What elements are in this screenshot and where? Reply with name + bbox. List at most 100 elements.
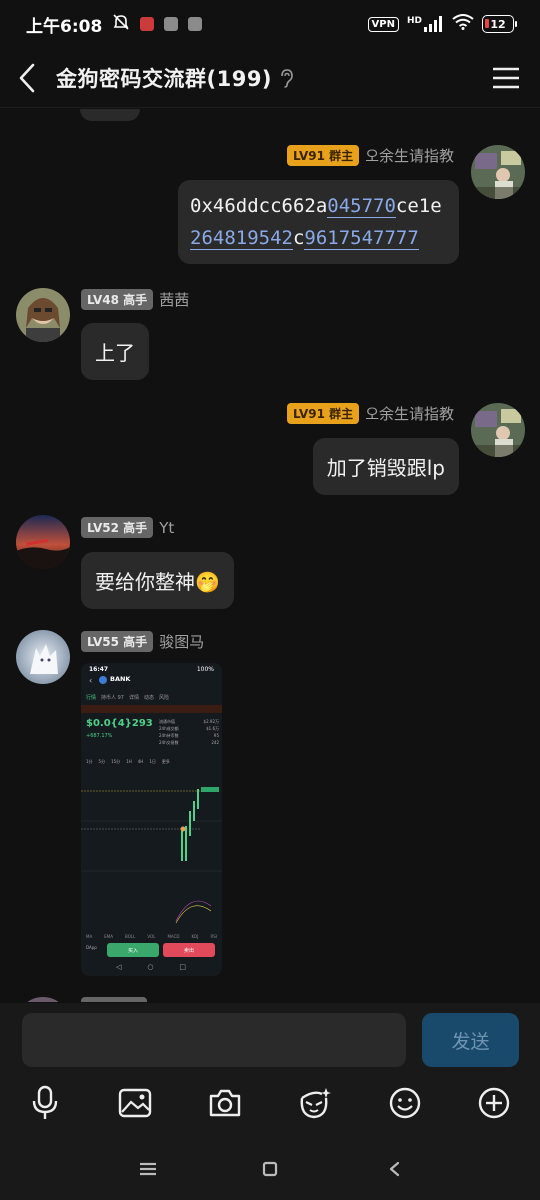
image-status-battery: 100%	[196, 666, 214, 673]
level-badge: LV55 高手	[81, 631, 154, 652]
level-text: LV52	[87, 521, 119, 535]
sticker-button[interactable]	[292, 1081, 336, 1125]
ear-icon	[280, 68, 294, 88]
magic-face-icon	[300, 1088, 331, 1119]
role-text: 高手	[123, 521, 148, 535]
level-badge	[81, 997, 147, 1002]
battery-icon: 12	[482, 15, 517, 33]
role-text: 群主	[329, 407, 354, 421]
message-bubble[interactable]: 要给你整神🤭	[81, 552, 234, 609]
image-token-name: BANK	[110, 675, 131, 683]
square-icon	[262, 1161, 278, 1177]
message-list[interactable]: LV91 群主 오余生请指教 0x46ddcc662a045770ce1e 264…	[0, 109, 540, 1002]
emoji-icon	[389, 1087, 421, 1119]
image-nav-back-icon: ◁	[116, 963, 122, 971]
role-text: 高手	[123, 635, 148, 649]
sender-name[interactable]: 오余生请指教	[365, 403, 454, 424]
hash-link[interactable]: 9617547777	[304, 227, 419, 250]
camera-icon	[209, 1089, 241, 1117]
avatar[interactable]	[16, 515, 70, 569]
avatar[interactable]	[16, 288, 70, 342]
timeframe: 5分	[98, 759, 106, 764]
stat-label: 24h持币数	[159, 733, 179, 738]
emoji-button[interactable]	[383, 1081, 427, 1125]
more-button[interactable]	[472, 1081, 516, 1125]
role-text: 高手	[123, 293, 148, 307]
image-price: $0.0{4}293	[86, 718, 153, 729]
system-nav-bar	[0, 1149, 540, 1189]
mute-icon	[112, 13, 130, 36]
message-meta: LV52 高手 Yt	[81, 517, 174, 538]
hash-segment: c	[292, 227, 305, 249]
image-nav-home-icon: ○	[147, 963, 154, 971]
avatar[interactable]	[16, 630, 70, 684]
stat-value: 95	[213, 733, 219, 738]
image-tab: 动态	[143, 695, 154, 701]
back-button[interactable]	[18, 58, 44, 98]
level-text: LV91	[293, 407, 325, 421]
sender-name[interactable]: 茜茜	[159, 289, 189, 310]
stat-label: 流通市值	[159, 719, 175, 724]
message-bubble[interactable]: 上了	[81, 323, 149, 380]
send-button[interactable]: 发送	[422, 1013, 519, 1067]
image-nav-bar: ◁ ○ □	[116, 963, 186, 971]
image-buy-button: 买入	[107, 943, 159, 957]
avatar[interactable]	[471, 145, 525, 199]
sender-name[interactable]: Yt	[159, 519, 174, 537]
menu-button[interactable]	[490, 62, 522, 94]
message-text: 要给你整神	[95, 570, 195, 594]
image-stats: 流通市值 $2.92万 24h成交额 $1.6万 24h持币数 95 24h交易数 24…	[159, 718, 219, 746]
gallery-button[interactable]	[113, 1081, 157, 1125]
sender-name[interactable]: 오余生请指教	[365, 145, 454, 166]
hash-segment: ce1e	[395, 195, 442, 217]
message-bubble[interactable]: 0x46ddcc662a045770ce1e 264819542c96175477…	[178, 180, 459, 264]
image-tab: 详情	[128, 695, 139, 701]
message-meta: LV48 高手 茜茜	[81, 289, 189, 310]
message-meta: LV91 群主 오余生请指教	[287, 403, 454, 424]
level-text: LV48	[87, 293, 119, 307]
avatar[interactable]	[471, 403, 525, 457]
stat-value: $2.92万	[203, 719, 219, 724]
camera-button[interactable]	[203, 1081, 247, 1125]
timeframe: 1H	[126, 759, 132, 764]
image-dapp-label: DApp	[86, 945, 97, 950]
indicator: MA	[86, 934, 93, 939]
home-button[interactable]	[255, 1157, 285, 1181]
hash-link[interactable]: 045770	[327, 195, 396, 218]
image-tabs: 行情 持币人 97 详情 动态 风险	[86, 694, 217, 701]
back-arrow-icon	[19, 63, 35, 92]
voice-button[interactable]	[23, 1081, 67, 1125]
message-bubble[interactable]: 加了销毁跟lp	[312, 438, 459, 495]
app-notification-icon	[188, 17, 203, 31]
hash-link[interactable]: 264819542	[190, 227, 293, 250]
hand-over-mouth-emoji: 🤭	[195, 570, 220, 594]
chat-header: 金狗密码交流群(199)	[0, 48, 540, 108]
image-change: +687.17%	[86, 733, 113, 739]
sender-name[interactable]: 骏图马	[159, 631, 204, 652]
image-nav-recent-icon: □	[179, 963, 186, 971]
stat-label: 24h成交额	[159, 726, 179, 731]
back-nav-button[interactable]	[379, 1157, 409, 1181]
image-tab: 风险	[159, 695, 170, 701]
message-input[interactable]	[22, 1013, 406, 1067]
message-bubble-partial	[80, 109, 140, 121]
indicator: KDJ	[191, 934, 199, 939]
input-toolbar	[0, 1079, 540, 1129]
level-text: LV55	[87, 635, 119, 649]
image-tab: 持币人 97	[101, 695, 124, 701]
image-message[interactable]: 16:47 100% ‹ BANK 行情 持币人 97 详情 动态 风险 $0.…	[81, 663, 222, 976]
image-back-icon: ‹	[89, 676, 93, 685]
status-bar: 上午6:08 VPN HD 12	[0, 0, 540, 48]
indicator: EMA	[104, 934, 113, 939]
message-meta: LV91 群主 오余生请指教	[287, 145, 454, 166]
message-text: 加了销毁跟lp	[326, 456, 445, 480]
avatar	[16, 997, 70, 1002]
recent-apps-button[interactable]	[133, 1157, 163, 1181]
level-badge: LV91 群主	[287, 145, 360, 166]
plus-circle-icon	[478, 1087, 510, 1119]
message-text: 上了	[95, 341, 135, 365]
indicator: VOL	[147, 934, 156, 939]
stat-value: 242	[211, 740, 219, 745]
vpn-badge: VPN	[367, 16, 399, 32]
chevron-left-icon	[389, 1161, 400, 1177]
